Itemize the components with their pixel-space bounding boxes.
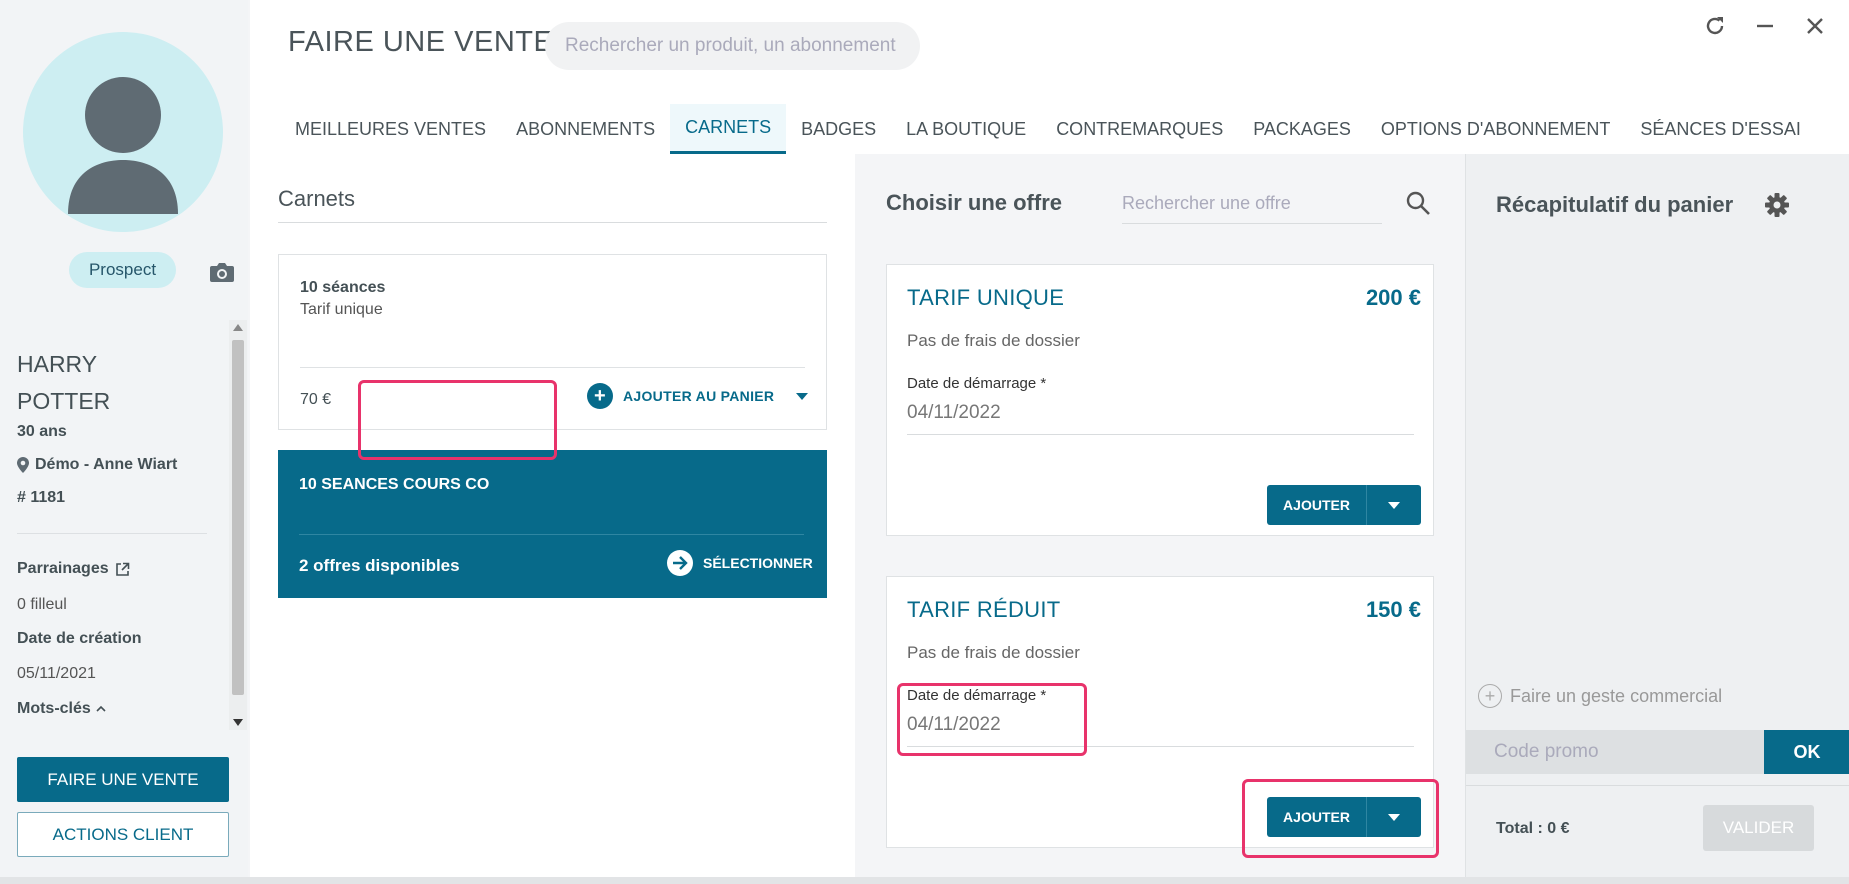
select-label: SÉLECTIONNER — [703, 555, 813, 571]
cart-total: Total : 0 € — [1496, 820, 1570, 837]
category-tabs: MEILLEURES VENTES ABONNEMENTS CARNETS BA… — [280, 104, 1816, 154]
tab-options-abonnement[interactable]: OPTIONS D'ABONNEMENT — [1366, 104, 1625, 154]
actions-client-button[interactable]: ACTIONS CLIENT — [17, 812, 229, 857]
filleul-count: 0 filleul — [17, 596, 67, 613]
highlight-box — [358, 380, 557, 460]
keywords-toggle[interactable]: Mots-clés — [17, 700, 106, 718]
faire-vente-button[interactable]: FAIRE UNE VENTE — [17, 757, 229, 802]
divider — [907, 434, 1414, 435]
gear-icon[interactable] — [1764, 192, 1790, 218]
carnet-price: 70 € — [300, 391, 332, 408]
commercial-gesture-label: Faire un geste commercial — [1510, 685, 1723, 706]
product-search-input[interactable]: Rechercher un produit, un abonnement — [545, 22, 920, 70]
location-pin-icon — [17, 457, 29, 473]
chevron-down-icon[interactable] — [1367, 485, 1421, 525]
tab-la-boutique[interactable]: LA BOUTIQUE — [891, 104, 1041, 154]
scroll-down-icon[interactable] — [233, 719, 243, 726]
scroll-thumb[interactable] — [232, 340, 244, 695]
tab-abonnements[interactable]: ABONNEMENTS — [501, 104, 670, 154]
start-date-label: Date de démarrage * — [907, 375, 1047, 392]
parrainages-label: Parrainages — [17, 560, 109, 577]
offer-search-input[interactable]: Rechercher une offre — [1122, 184, 1382, 224]
divider — [300, 367, 805, 368]
divider — [17, 533, 207, 534]
status-badge: Prospect — [69, 252, 176, 288]
refresh-icon[interactable] — [1703, 12, 1727, 40]
cart-column: Récapitulatif du panier + Faire un geste… — [1465, 154, 1849, 884]
add-offer-label[interactable]: AJOUTER — [1267, 485, 1367, 525]
carnet-title: 10 SEANCES COURS CO — [299, 476, 490, 493]
tab-packages[interactable]: PACKAGES — [1238, 104, 1366, 154]
last-name: POTTER — [17, 388, 111, 414]
club-name: Démo - Anne Wiart — [35, 456, 178, 473]
member-id: # 1181 — [17, 489, 66, 506]
highlight-box — [1242, 779, 1439, 858]
background-strip — [0, 877, 1849, 884]
cart-title: Récapitulatif du panier — [1496, 192, 1734, 217]
person-icon — [68, 77, 178, 214]
offer-price: 150 € — [1365, 597, 1421, 622]
highlight-box — [897, 683, 1087, 756]
divider — [278, 222, 827, 223]
tab-meilleures-ventes[interactable]: MEILLEURES VENTES — [280, 104, 501, 154]
creation-date-label: Date de création — [17, 630, 142, 647]
first-name: HARRY — [17, 351, 98, 377]
customer-panel: Prospect HARRY POTTER 30 ans Démo - Anne… — [0, 0, 248, 884]
offers-title: Choisir une offre — [886, 190, 1063, 215]
divider — [1466, 785, 1849, 786]
carnet-subtitle: Tarif unique — [300, 301, 383, 318]
plus-circle-icon: + — [587, 383, 613, 409]
page-title: FAIRE UNE VENTE — [288, 26, 554, 58]
start-date-input[interactable]: 04/11/2022 — [907, 402, 1001, 424]
add-offer-button[interactable]: AJOUTER — [1267, 485, 1421, 525]
promo-ok-button[interactable]: OK — [1764, 730, 1849, 774]
search-icon[interactable] — [1405, 190, 1431, 216]
promo-code-input[interactable]: Code promo — [1466, 730, 1764, 774]
scrollbar[interactable] — [229, 320, 247, 730]
customer-name: HARRY POTTER — [17, 346, 110, 420]
carnet-card-selected: 10 SEANCES COURS CO 2 offres disponibles… — [278, 450, 827, 598]
creation-date-value: 05/11/2021 — [17, 665, 96, 682]
divider — [299, 534, 804, 535]
carnets-title: Carnets — [278, 186, 356, 211]
offers-available: 2 offres disponibles — [299, 556, 460, 575]
tab-badges[interactable]: BADGES — [786, 104, 891, 154]
select-button[interactable]: SÉLECTIONNER — [667, 550, 813, 576]
add-to-cart-label: AJOUTER AU PANIER — [623, 388, 775, 404]
offers-column: Choisir une offre Rechercher une offre T… — [855, 154, 1465, 884]
tab-seances-essai[interactable]: SÉANCES D'ESSAI — [1625, 104, 1816, 154]
plus-circle-icon: + — [1478, 684, 1502, 708]
validate-button[interactable]: VALIDER — [1703, 805, 1814, 851]
scroll-up-icon[interactable] — [233, 324, 243, 331]
external-link-icon[interactable] — [115, 562, 130, 577]
offer-fee: Pas de frais de dossier — [907, 643, 1080, 662]
offer-name: TARIF RÉDUIT — [907, 597, 1061, 622]
offer-price: 200 € — [1365, 285, 1421, 310]
parrainages-link[interactable]: Parrainages — [17, 560, 130, 578]
tab-contremarques[interactable]: CONTREMARQUES — [1041, 104, 1238, 154]
chevron-up-icon[interactable] — [96, 705, 106, 713]
offer-name: TARIF UNIQUE — [907, 285, 1065, 310]
close-icon[interactable] — [1803, 12, 1827, 40]
tab-carnets[interactable]: CARNETS — [670, 104, 787, 154]
customer-age: 30 ans — [17, 423, 67, 440]
keywords-label: Mots-clés — [17, 700, 91, 717]
camera-icon[interactable] — [209, 261, 235, 283]
add-to-cart-button[interactable]: + AJOUTER AU PANIER — [587, 383, 809, 409]
commercial-gesture-button[interactable]: + Faire un geste commercial — [1478, 684, 1722, 708]
carnet-title: 10 séances — [300, 279, 386, 296]
window-controls — [1703, 12, 1849, 40]
avatar — [23, 32, 223, 232]
arrow-right-icon — [667, 550, 693, 576]
customer-club: Démo - Anne Wiart — [17, 456, 177, 474]
carnets-column: Carnets 10 séances Tarif unique 70 € + A… — [278, 154, 827, 884]
offer-card: TARIF UNIQUE 200 € Pas de frais de dossi… — [886, 264, 1434, 536]
minimize-icon[interactable] — [1753, 12, 1777, 40]
chevron-down-icon[interactable] — [796, 392, 809, 400]
offer-fee: Pas de frais de dossier — [907, 331, 1080, 350]
app-root: Prospect HARRY POTTER 30 ans Démo - Anne… — [0, 0, 1849, 884]
